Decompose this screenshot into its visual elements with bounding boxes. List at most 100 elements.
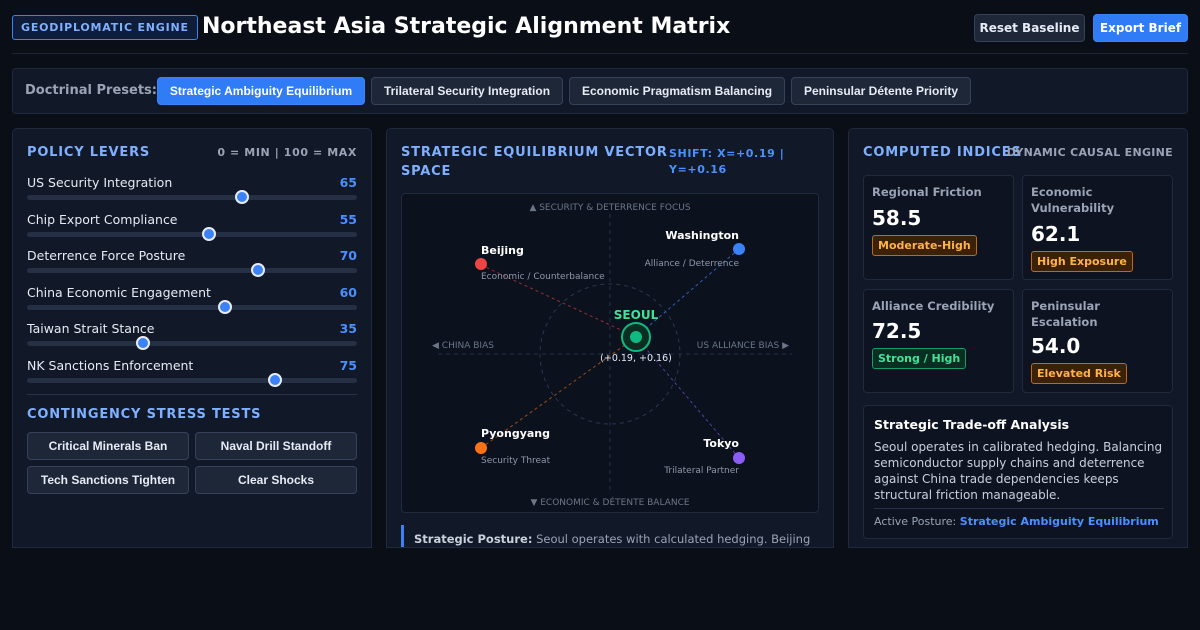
tokyo-label: Tokyo xyxy=(703,437,739,450)
stress-tests-title: CONTINGENCY STRESS TESTS xyxy=(27,407,262,422)
lever-value: 70 xyxy=(339,248,357,263)
pyongyang-role: Security Threat xyxy=(481,456,551,466)
slider-thumb[interactable] xyxy=(201,226,216,241)
preset-trilateral-security[interactable]: Trilateral Security Integration xyxy=(371,77,563,105)
taiwan-strait-stance-slider[interactable] xyxy=(27,336,357,350)
regional-friction-value: 58.5 xyxy=(872,206,922,230)
slider-thumb[interactable] xyxy=(234,190,249,204)
vector-space-svg: ▲ SECURITY & DETERRENCE FOCUS ▼ ECONOMIC… xyxy=(432,203,792,508)
naval-drill-standoff-button[interactable]: Naval Drill Standoff xyxy=(195,432,357,460)
beijing-role: Economic / Counterbalance xyxy=(481,272,605,282)
lever-value: 75 xyxy=(339,357,357,373)
lever-taiwan-strait-stance: Taiwan Strait Stance 35 xyxy=(27,321,357,353)
seoul-coordinates: (+0.19, +0.16) xyxy=(600,353,672,364)
page-title: Northeast Asia Strategic Alignment Matri… xyxy=(202,14,731,39)
lever-chip-export-compliance: Chip Export Compliance 55 xyxy=(27,212,357,244)
pyongyang-label: Pyongyang xyxy=(481,427,550,440)
peninsular-escalation-label: Peninsular Escalation xyxy=(1031,299,1100,329)
preset-economic-pragmatism[interactable]: Economic Pragmatism Balancing xyxy=(569,77,785,105)
us-security-integration-slider[interactable] xyxy=(27,190,357,204)
top-bar: GEODIPLOMATIC ENGINE Northeast Asia Stra… xyxy=(12,12,1188,54)
tech-sanctions-tighten-button[interactable]: Tech Sanctions Tighten xyxy=(27,466,189,494)
levers-scale-note: 0 = MIN | 100 = MAX xyxy=(217,146,357,159)
lever-value: 35 xyxy=(339,321,357,336)
lever-label: China Economic Engagement xyxy=(27,284,211,300)
lever-deterrence-force-posture: Deterrence Force Posture 70 xyxy=(27,248,357,280)
lever-us-security-integration: US Security Integration 65 xyxy=(27,175,357,207)
computed-indices-panel: COMPUTED INDICES DYNAMIC CAUSAL ENGINE R… xyxy=(848,128,1188,548)
presets-label: Doctrinal Presets: xyxy=(25,83,157,98)
tradeoff-divider xyxy=(874,508,1164,509)
lever-label: US Security Integration xyxy=(27,175,173,190)
shift-readout-line2: Y=+0.16 xyxy=(669,163,727,176)
alliance-credibility-badge: Strong / High xyxy=(872,348,967,369)
vector-space-panel: STRATEGIC EQUILIBRIUM VECTOR SPACE SHIFT… xyxy=(386,128,834,548)
policy-levers-panel: POLICY LEVERS 0 = MIN | 100 = MAX US Sec… xyxy=(12,128,372,548)
deterrence-force-posture-slider[interactable] xyxy=(27,263,357,277)
lever-label: Chip Export Compliance xyxy=(27,211,178,227)
strategic-posture-note: Strategic Posture: Seoul operates with c… xyxy=(401,525,821,547)
lever-value: 55 xyxy=(339,211,357,227)
regional-friction-label: Regional Friction xyxy=(872,185,982,199)
lever-label: NK Sanctions Enforcement xyxy=(27,357,194,373)
chip-export-compliance-slider[interactable] xyxy=(27,226,357,241)
section-divider xyxy=(27,394,357,395)
alliance-credibility-value: 72.5 xyxy=(872,319,922,343)
lever-nk-sanctions-enforcement: NK Sanctions Enforcement 75 xyxy=(27,358,357,390)
preset-strategic-ambiguity[interactable]: Strategic Ambiguity Equilibrium xyxy=(157,77,365,105)
economic-vulnerability-label: Economic Vulnerability xyxy=(1031,185,1115,215)
doctrinal-presets-bar: Doctrinal Presets: Strategic Ambiguity E… xyxy=(12,68,1188,114)
regional-friction-badge: Moderate-High xyxy=(872,235,977,256)
lever-value: 65 xyxy=(339,175,357,190)
alliance-credibility-label: Alliance Credibility xyxy=(872,299,995,313)
posture-text: Seoul operates with calculated hedging. … xyxy=(536,532,811,546)
axis-label-top: ▲ SECURITY & DETERRENCE FOCUS xyxy=(529,203,690,213)
washington-node[interactable] xyxy=(733,243,745,255)
shift-readout: SHIFT: X=+0.19 | Y=+0.16 xyxy=(669,146,784,178)
seoul-label: SEOUL xyxy=(614,308,659,322)
slider-thumb[interactable] xyxy=(251,263,265,277)
tradeoff-analysis-card: Strategic Trade-off Analysis Seoul opera… xyxy=(863,405,1173,539)
active-posture-value: Strategic Ambiguity Equilibrium xyxy=(959,515,1159,528)
lever-value: 60 xyxy=(339,284,357,300)
china-economic-engagement-slider[interactable] xyxy=(27,299,357,314)
slider-thumb[interactable] xyxy=(267,372,282,387)
critical-minerals-ban-button[interactable]: Critical Minerals Ban xyxy=(27,432,189,460)
slider-thumb[interactable] xyxy=(135,336,150,350)
preset-peninsular-detente[interactable]: Peninsular Détente Priority xyxy=(791,77,971,105)
causal-engine-note: DYNAMIC CAUSAL ENGINE xyxy=(1006,146,1173,159)
peninsular-escalation-card: Peninsular Escalation 54.0 Elevated Risk xyxy=(1022,289,1173,393)
pyongyang-node[interactable] xyxy=(475,442,487,454)
economic-vulnerability-card: Economic Vulnerability 62.1 High Exposur… xyxy=(1022,175,1173,280)
active-posture-line: Active Posture: Strategic Ambiguity Equi… xyxy=(874,515,1159,528)
beijing-node[interactable] xyxy=(475,258,487,270)
posture-label: Strategic Posture: xyxy=(414,532,533,546)
tokyo-node[interactable] xyxy=(733,452,745,464)
clear-shocks-button[interactable]: Clear Shocks xyxy=(195,466,357,494)
slider-thumb[interactable] xyxy=(218,299,232,314)
axis-label-right: US ALLIANCE BIAS ▶ xyxy=(697,341,789,351)
tradeoff-text: Seoul operates in calibrated hedging. Ba… xyxy=(874,440,1163,502)
alliance-credibility-card: Alliance Credibility 72.5 Strong / High xyxy=(863,289,1014,393)
peninsular-escalation-badge: Elevated Risk xyxy=(1031,363,1127,384)
tradeoff-title: Strategic Trade-off Analysis xyxy=(874,417,1070,432)
reset-baseline-button[interactable]: Reset Baseline xyxy=(974,14,1085,42)
economic-vulnerability-value: 62.1 xyxy=(1031,222,1081,246)
washington-label: Washington xyxy=(665,229,739,242)
beijing-label: Beijing xyxy=(481,244,524,257)
nk-sanctions-enforcement-slider[interactable] xyxy=(27,372,357,387)
active-posture-label: Active Posture: xyxy=(874,515,957,528)
seoul-marker xyxy=(630,331,642,343)
lever-label: Taiwan Strait Stance xyxy=(27,321,155,336)
lever-china-economic-engagement: China Economic Engagement 60 xyxy=(27,285,357,317)
vector-space-canvas[interactable]: ▲ SECURITY & DETERRENCE FOCUS ▼ ECONOMIC… xyxy=(401,193,819,513)
policy-levers-title: POLICY LEVERS xyxy=(27,145,151,160)
washington-role: Alliance / Deterrence xyxy=(645,259,740,269)
export-brief-button[interactable]: Export Brief xyxy=(1093,14,1188,42)
lever-label: Deterrence Force Posture xyxy=(27,248,186,263)
computed-indices-title: COMPUTED INDICES xyxy=(863,145,1022,160)
economic-vulnerability-badge: High Exposure xyxy=(1031,251,1133,272)
axis-label-bottom: ▼ ECONOMIC & DÉTENTE BALANCE xyxy=(530,496,689,508)
vector-space-title: STRATEGIC EQUILIBRIUM VECTOR SPACE xyxy=(401,145,668,179)
engine-badge: GEODIPLOMATIC ENGINE xyxy=(12,15,198,40)
